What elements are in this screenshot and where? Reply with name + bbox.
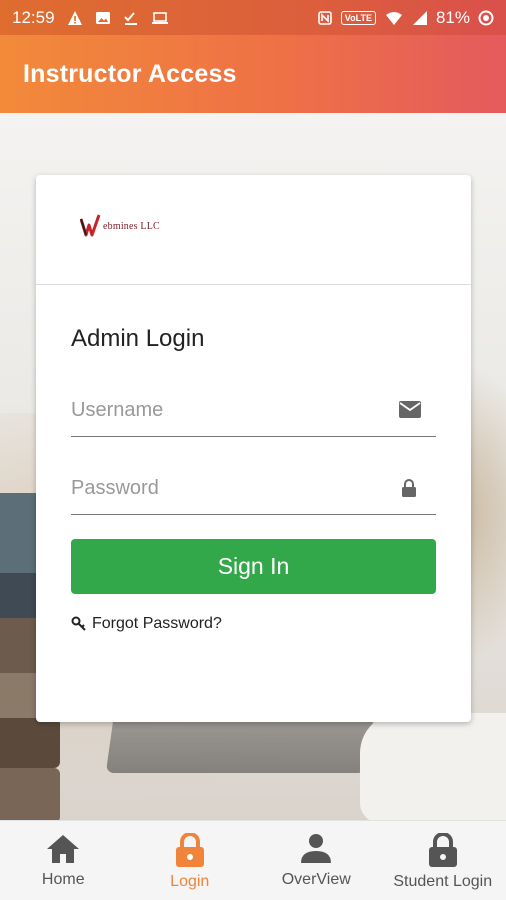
person-icon <box>301 834 332 863</box>
lock-icon <box>402 479 416 497</box>
username-input[interactable] <box>71 385 391 435</box>
sign-in-button[interactable]: Sign In <box>71 539 436 594</box>
lock-icon <box>175 833 204 867</box>
app-bar: Instructor Access <box>0 35 506 113</box>
nav-label-overview: OverView <box>281 871 351 888</box>
data-saver-icon <box>478 10 494 25</box>
nfc-icon <box>317 10 332 25</box>
status-bar: 12:59 VoLTE 81% <box>0 0 506 35</box>
nav-label-login: Login <box>170 873 210 890</box>
logo-text: ebmines LLC <box>103 220 160 232</box>
task-check-icon <box>123 11 137 25</box>
home-icon <box>47 835 80 863</box>
email-icon <box>399 401 421 418</box>
nav-item-login[interactable]: Login <box>127 821 254 900</box>
image-icon <box>95 11 110 24</box>
lock-icon <box>428 833 457 867</box>
nav-label-home: Home <box>41 871 85 888</box>
battery-percent: 81% <box>435 7 470 27</box>
logo-w-icon <box>80 214 101 237</box>
login-card: ebmines LLC Admin Login Sign In For <box>36 175 471 722</box>
wifi-icon <box>385 11 402 25</box>
volte-badge: VoLTE <box>340 10 376 25</box>
password-input[interactable] <box>71 463 391 513</box>
nav-item-home[interactable]: Home <box>0 821 127 900</box>
page-title: Instructor Access <box>23 59 237 88</box>
logo-area: ebmines LLC <box>36 175 471 285</box>
nav-item-student-login[interactable]: Student Login <box>380 821 506 900</box>
login-heading: Admin Login <box>71 325 205 352</box>
key-icon <box>71 616 86 631</box>
username-field <box>71 385 436 437</box>
company-logo: ebmines LLC <box>80 213 160 239</box>
status-time: 12:59 <box>12 7 55 27</box>
signal-icon <box>412 10 427 25</box>
laptop-icon <box>151 11 168 24</box>
forgot-password-link[interactable]: Forgot Password? <box>71 615 222 633</box>
nav-label-student-login: Student Login <box>393 873 493 890</box>
nav-item-overview[interactable]: OverView <box>253 821 380 900</box>
forgot-password-label: Forgot Password? <box>92 615 222 632</box>
warning-icon <box>67 10 82 25</box>
password-field <box>71 463 436 515</box>
bottom-nav: Home Login OverView Student Login <box>0 820 506 900</box>
